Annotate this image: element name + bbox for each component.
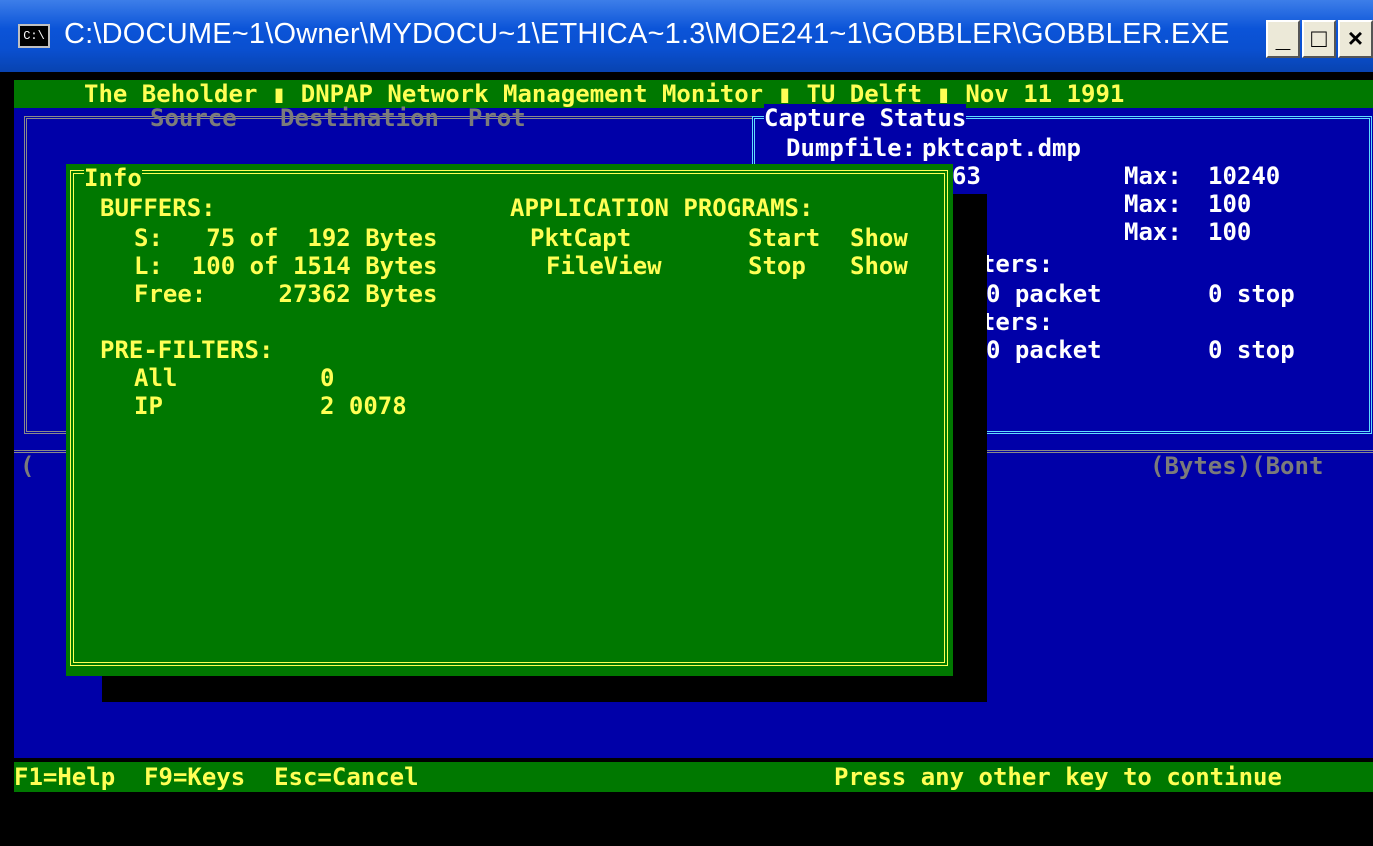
packet-list-header: Source Destination Prot bbox=[150, 104, 526, 132]
console-icon[interactable]: C:\ bbox=[18, 24, 50, 48]
filters2-stop: 0 stop bbox=[1208, 336, 1295, 364]
capture-status-title: Capture Status bbox=[764, 104, 967, 132]
dumpfile-value: pktcapt.dmp bbox=[922, 134, 1081, 162]
app-pktcapt-start-button[interactable]: Start bbox=[748, 224, 820, 252]
app-fileview-name: FileView bbox=[546, 252, 662, 280]
app-pktcapt-name: PktCapt bbox=[530, 224, 632, 252]
app-fileview-show-button[interactable]: Show bbox=[850, 252, 908, 280]
info-dialog-title: Info bbox=[84, 164, 142, 192]
prefilter-ip-value: 2 0078 bbox=[320, 392, 407, 420]
bottom-panel-head-right: (Bytes)(Bont bbox=[1150, 452, 1324, 480]
app-programs-heading: APPLICATION PROGRAMS: bbox=[510, 194, 814, 222]
capture-row2-max-label: Max: bbox=[1124, 190, 1182, 218]
dumpfile-label: Dumpfile: bbox=[786, 134, 917, 162]
prefilters-heading: PRE-FILTERS: bbox=[100, 336, 274, 364]
capture-count-max-label: Max: bbox=[1124, 162, 1182, 190]
app-fileview-stop-button[interactable]: Stop bbox=[748, 252, 806, 280]
filters2-packet: 0 packet bbox=[986, 336, 1102, 364]
prefilter-all-value: 0 bbox=[320, 364, 335, 392]
key-help-right: Press any other key to continue bbox=[834, 763, 1282, 791]
buffer-small: S: 75 of 192 Bytes bbox=[134, 224, 438, 252]
capture-count-value: 63 bbox=[952, 162, 981, 190]
capture-count-max-value: 10240 bbox=[1208, 162, 1281, 190]
buffer-large: L: 100 of 1514 Bytes bbox=[134, 252, 438, 280]
buffer-free: Free: 27362 Bytes bbox=[134, 280, 438, 308]
prefilter-all-name: All bbox=[134, 364, 178, 392]
capture-row3-max-value: 100 bbox=[1208, 218, 1252, 246]
bottom-panel-head-left: ( bbox=[20, 452, 35, 480]
maximize-button[interactable]: □ bbox=[1302, 20, 1336, 58]
close-button[interactable]: × bbox=[1338, 20, 1373, 58]
key-help-bar: F1=Help F9=Keys Esc=Cancel Press any oth… bbox=[14, 762, 1373, 792]
minimize-button[interactable]: _ bbox=[1266, 20, 1300, 58]
app-pktcapt-show-button[interactable]: Show bbox=[850, 224, 908, 252]
prefilter-ip-name: IP bbox=[134, 392, 163, 420]
capture-row2-max-value: 100 bbox=[1208, 190, 1252, 218]
key-help-left: F1=Help F9=Keys Esc=Cancel bbox=[14, 763, 419, 791]
window-title: C:\DOCUME~1\Owner\MYDOCU~1\ETHICA~1.3\MO… bbox=[64, 18, 1230, 50]
buffers-heading: BUFFERS: bbox=[100, 194, 216, 222]
filters1-packet: 0 packet bbox=[986, 280, 1102, 308]
capture-row3-max-label: Max: bbox=[1124, 218, 1182, 246]
filters1-stop: 0 stop bbox=[1208, 280, 1295, 308]
